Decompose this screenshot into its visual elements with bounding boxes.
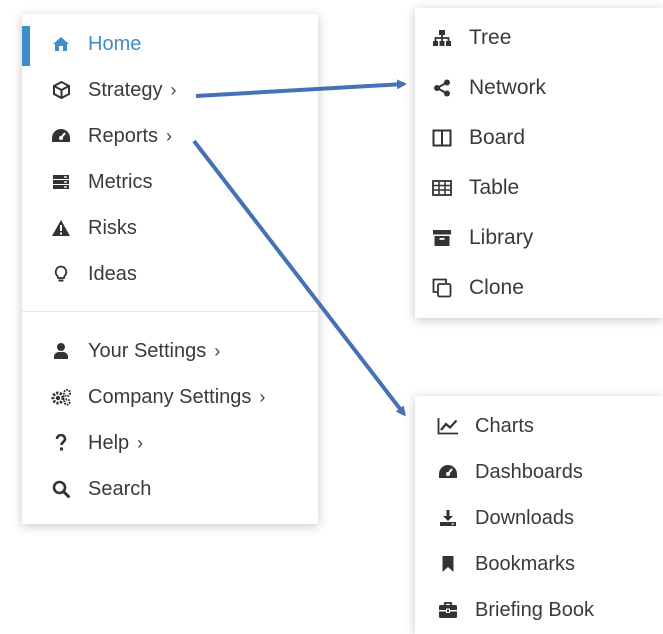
clone-icon [431, 277, 453, 299]
sitemap-icon [431, 27, 453, 49]
submenu-item-board[interactable]: Board [415, 120, 663, 156]
menu-item-label: Help [88, 431, 130, 454]
reports-submenu: Charts Dashboards Downloads Bookmarks Br… [415, 396, 663, 634]
warning-icon [50, 217, 72, 239]
share-icon [431, 77, 453, 99]
submenu-item-tree[interactable]: Tree [415, 20, 663, 56]
submenu-item-label: Network [469, 76, 547, 99]
user-icon [50, 340, 72, 362]
menu-item-risks[interactable]: Risks [22, 210, 318, 246]
chevron-right-icon: › [259, 386, 266, 407]
columns-icon [431, 127, 453, 149]
submenu-item-library[interactable]: Library [415, 220, 663, 256]
chevron-right-icon: › [170, 79, 177, 100]
chevron-right-icon: › [166, 125, 173, 146]
submenu-item-label: Board [469, 126, 526, 149]
submenu-item-network[interactable]: Network [415, 70, 663, 106]
submenu-item-label: Dashboards [475, 460, 583, 483]
menu-item-label: Your Settings [88, 339, 207, 362]
menu-item-label: Search [88, 477, 152, 500]
menu-item-search[interactable]: Search [22, 471, 318, 507]
submenu-item-bookmarks[interactable]: Bookmarks [415, 546, 663, 582]
menu-item-help[interactable]: Help › [22, 425, 318, 461]
menu-item-label: Reports [88, 124, 159, 147]
cogs-icon [50, 386, 72, 408]
submenu-item-label: Charts [475, 414, 534, 437]
menu-item-strategy[interactable]: Strategy › [22, 72, 318, 108]
menu-item-company-settings[interactable]: Company Settings › [22, 379, 318, 415]
chevron-right-icon: › [137, 432, 144, 453]
submenu-item-label: Downloads [475, 506, 574, 529]
line-chart-icon [437, 415, 459, 437]
submenu-item-charts[interactable]: Charts [415, 408, 663, 444]
menu-item-ideas[interactable]: Ideas [22, 256, 318, 292]
dashboard-icon [437, 461, 459, 483]
submenu-item-label: Clone [469, 276, 524, 299]
submenu-item-label: Table [469, 176, 520, 199]
menu-item-label: Strategy [88, 78, 163, 101]
strategy-submenu: Tree Network Board Table Library Clone [415, 8, 663, 318]
menu-item-label: Ideas [88, 262, 137, 285]
submenu-item-downloads[interactable]: Downloads [415, 500, 663, 536]
menu-divider [22, 311, 318, 312]
submenu-item-label: Briefing Book [475, 598, 594, 621]
chevron-right-icon: › [214, 340, 221, 361]
submenu-item-clone[interactable]: Clone [415, 270, 663, 306]
dashboard-icon [50, 125, 72, 147]
cube-icon [50, 79, 72, 101]
submenu-item-label: Tree [469, 26, 512, 49]
server-icon [50, 171, 72, 193]
search-icon [50, 478, 72, 500]
submenu-item-label: Library [469, 226, 534, 249]
menu-item-label: Metrics [88, 170, 153, 193]
menu-item-metrics[interactable]: Metrics [22, 164, 318, 200]
submenu-item-dashboards[interactable]: Dashboards [415, 454, 663, 490]
bookmark-icon [437, 553, 459, 575]
main-navigation-menu: Home Strategy › Reports › Metrics Risks … [22, 14, 318, 524]
submenu-item-briefing-book[interactable]: Briefing Book [415, 592, 663, 628]
submenu-item-label: Bookmarks [475, 552, 576, 575]
briefcase-icon [437, 599, 459, 621]
menu-item-reports[interactable]: Reports › [22, 118, 318, 154]
home-icon [50, 33, 72, 55]
question-icon [50, 432, 72, 454]
menu-item-your-settings[interactable]: Your Settings › [22, 333, 318, 369]
table-icon [431, 177, 453, 199]
submenu-item-table[interactable]: Table [415, 170, 663, 206]
download-icon [437, 507, 459, 529]
menu-item-home[interactable]: Home [22, 26, 318, 62]
lightbulb-icon [50, 263, 72, 285]
archive-icon [431, 227, 453, 249]
menu-item-label: Company Settings [88, 385, 252, 408]
menu-item-label: Home [88, 32, 142, 55]
menu-item-label: Risks [88, 216, 137, 239]
